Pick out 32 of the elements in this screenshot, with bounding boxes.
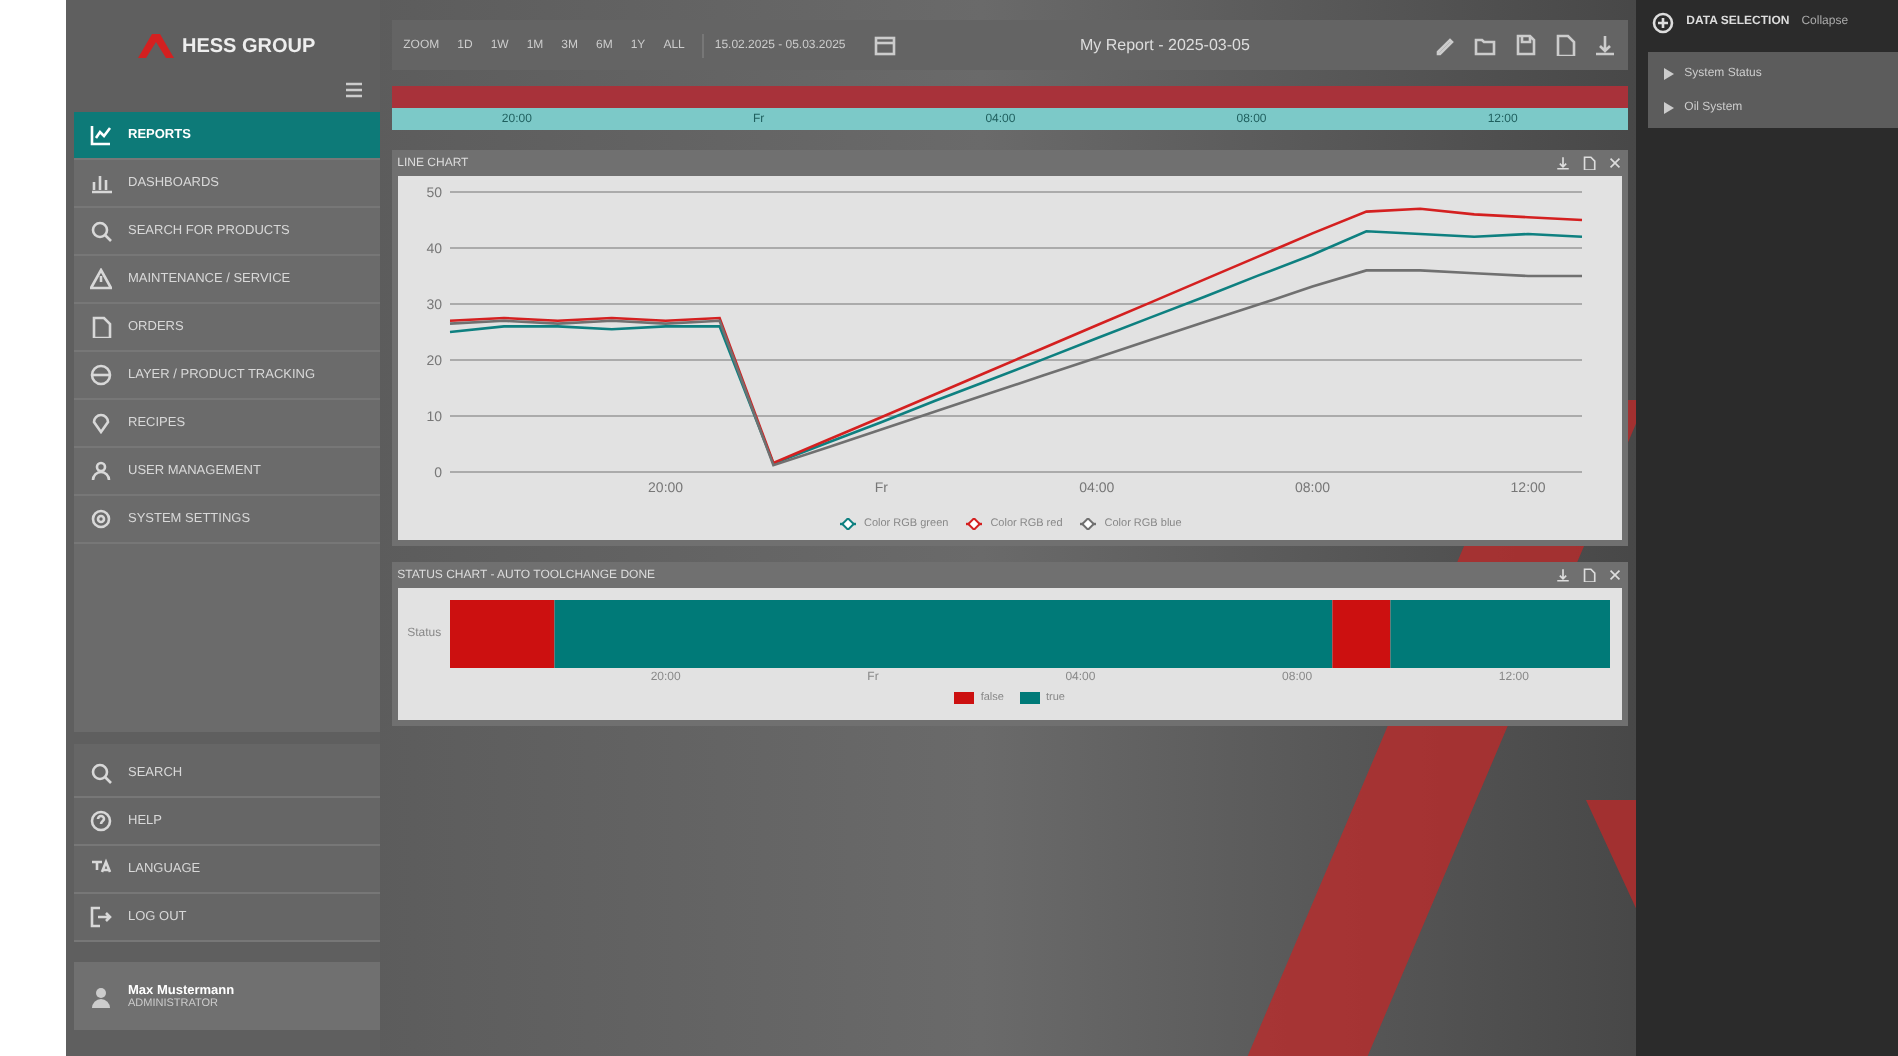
document-icon [90,316,112,338]
bar-chart-icon [90,172,112,194]
globe-icon [90,364,112,386]
close-icon[interactable] [1608,156,1623,170]
warning-icon [90,268,112,290]
calendar-icon[interactable] [873,34,896,56]
document-icon[interactable] [1582,568,1597,582]
location-pin-icon [90,412,112,434]
folder-icon[interactable] [1474,34,1497,56]
search-icon [90,220,112,242]
expand-arrow-icon [1664,101,1675,113]
user-icon [90,460,112,482]
help-icon [90,810,112,832]
logo-text: HESS GROUP [181,35,316,57]
edit-icon[interactable] [1434,34,1457,56]
settings-icon [90,508,112,530]
logo-icon [137,34,174,58]
expand-arrow-icon [1664,67,1675,79]
document-icon[interactable] [1582,156,1597,170]
menu-icon[interactable] [343,80,364,100]
download-icon[interactable] [1556,156,1571,170]
download-icon[interactable] [1594,34,1617,56]
add-icon[interactable] [1652,11,1675,33]
download-icon[interactable] [1556,568,1571,582]
avatar-icon [90,985,112,1007]
report-title: My Report - 2025-03-05 [1077,36,1252,54]
logout-icon [90,906,112,928]
chart-icon [90,124,112,146]
close-icon[interactable] [1608,568,1623,582]
search-icon [90,762,112,784]
document-icon[interactable] [1554,34,1577,56]
save-icon[interactable] [1514,34,1537,56]
